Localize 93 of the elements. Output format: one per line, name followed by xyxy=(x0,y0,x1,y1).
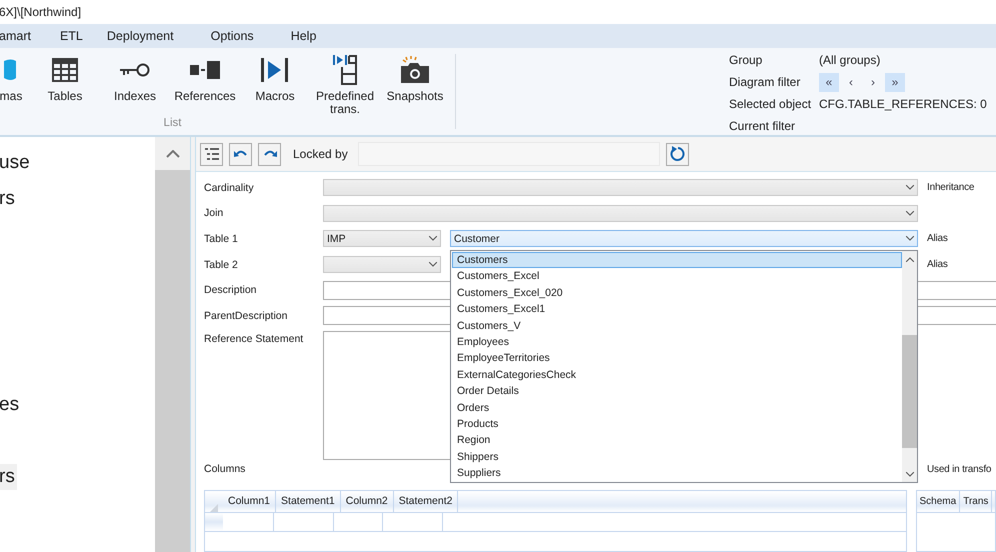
chevron-down-icon xyxy=(429,262,437,268)
refresh-icon xyxy=(669,146,686,162)
column-header[interactable]: Statement2 xyxy=(394,491,458,512)
info-label: Current filter xyxy=(729,119,796,133)
info-value: (All groups) xyxy=(819,53,882,67)
field-label: Table 1 xyxy=(204,232,239,245)
list-option[interactable]: ExternalCategoriesCheck xyxy=(452,366,902,384)
field-label: Description xyxy=(204,284,258,296)
locked-by-label: Locked by xyxy=(293,147,348,161)
list-option[interactable]: Customers_V xyxy=(452,318,902,334)
database-icon xyxy=(4,58,18,82)
chevron-down-icon xyxy=(906,210,914,216)
column-header[interactable]: Column2 xyxy=(340,491,394,512)
group-label: List xyxy=(164,117,182,129)
dropdown-field[interactable] xyxy=(323,256,441,274)
play-stack-icon xyxy=(333,55,357,85)
ribbon-button[interactable]: Tables xyxy=(30,54,100,116)
tree-item[interactable]: use xyxy=(0,150,32,176)
undo-button[interactable] xyxy=(229,142,252,166)
field-label: Alias xyxy=(927,233,949,244)
dropdown-field[interactable] xyxy=(323,204,918,222)
ribbon-button[interactable]: Macros xyxy=(240,54,310,116)
chevron-up-icon xyxy=(166,150,180,158)
list-option[interactable]: Order Details xyxy=(452,383,902,400)
list-option[interactable]: Customers_Excel_020 xyxy=(452,284,902,302)
column-header[interactable]: Statement1 xyxy=(276,491,341,512)
field-label: Table 2 xyxy=(204,258,239,271)
nav-button[interactable]: » xyxy=(885,72,905,92)
tree-item[interactable]: rs xyxy=(0,464,17,490)
field-label: Alias xyxy=(927,259,949,270)
nav-button[interactable]: ‹ xyxy=(841,72,861,92)
menu-item[interactable]: Deployment xyxy=(106,29,174,43)
menu-item[interactable]: Help xyxy=(290,29,316,43)
list-option[interactable]: Customers_Excel xyxy=(452,268,902,285)
scroll-thumb[interactable] xyxy=(902,335,917,448)
info-value: CFG.TABLE_REFERENCES: 0 xyxy=(819,97,987,111)
list-option[interactable]: EmployeeTerritories xyxy=(452,350,902,367)
ribbon-button[interactable]: Indexes xyxy=(100,54,170,116)
corner-icon xyxy=(210,504,218,512)
dropdown-field[interactable] xyxy=(323,179,918,196)
info-label: Selected object xyxy=(729,97,812,111)
list-option[interactable]: Employees xyxy=(452,334,902,350)
undo-icon xyxy=(234,149,248,159)
redo-icon xyxy=(262,149,276,159)
nav-button[interactable]: « xyxy=(819,72,839,92)
list-option[interactable]: Suppliers xyxy=(452,465,902,482)
ribbon-button[interactable]: mas xyxy=(0,54,30,116)
chevron-up-icon xyxy=(906,256,914,262)
list-option[interactable]: Orders xyxy=(452,400,902,416)
scrollbar[interactable] xyxy=(902,251,917,482)
linked-squares-icon xyxy=(190,61,220,79)
row-header[interactable] xyxy=(205,513,223,532)
list-option[interactable]: Products xyxy=(452,416,902,432)
key-icon xyxy=(120,62,150,78)
table-icon xyxy=(52,58,78,82)
column-header[interactable]: Trans xyxy=(960,491,992,512)
menu-item[interactable]: ETL xyxy=(60,29,83,43)
tree-item[interactable]: rs xyxy=(0,186,17,212)
field-label: Join xyxy=(204,207,224,220)
field-label: Cardinality xyxy=(204,182,255,194)
play-bars-icon xyxy=(261,58,289,82)
ribbon-button[interactable]: Predefined trans. xyxy=(310,54,380,116)
camera-icon xyxy=(400,56,430,84)
ribbon-button[interactable]: Snapshots xyxy=(380,54,450,116)
field-label: Reference Statement xyxy=(204,332,304,345)
list-icon xyxy=(204,148,218,160)
list-option[interactable]: Region xyxy=(452,432,902,449)
field-label: Inheritance xyxy=(927,182,976,194)
refresh-button[interactable] xyxy=(666,142,689,166)
tree-item[interactable]: es xyxy=(0,392,22,418)
nav-button[interactable]: › xyxy=(863,72,883,92)
scrollbar[interactable] xyxy=(155,137,190,552)
list-button[interactable] xyxy=(200,142,223,166)
ribbon-button[interactable]: References xyxy=(170,54,240,116)
scroll-up-button[interactable] xyxy=(155,137,190,170)
field-label: Columns xyxy=(204,463,246,476)
list-option[interactable]: Shippers xyxy=(452,448,902,466)
chevron-down-icon xyxy=(429,236,437,242)
dropdown-field[interactable]: IMP xyxy=(323,230,441,248)
info-label: Group xyxy=(729,53,764,67)
menu-item[interactable]: Options xyxy=(210,29,254,43)
list-option[interactable]: Customers_Excel1 xyxy=(452,301,902,318)
column-header[interactable]: Schema xyxy=(916,491,960,512)
chevron-down-icon xyxy=(906,236,914,242)
chevron-down-icon xyxy=(906,472,914,476)
field-label: ParentDescription xyxy=(204,310,288,322)
field-label: Used in transfo xyxy=(927,464,992,475)
redo-button[interactable] xyxy=(258,142,281,166)
info-label: Diagram filter xyxy=(729,75,802,89)
chevron-down-icon xyxy=(906,185,914,190)
list-option[interactable]: Customers xyxy=(452,252,902,268)
column-header[interactable]: Column1 xyxy=(223,491,276,512)
dropdown-field[interactable]: Customer xyxy=(450,230,918,248)
